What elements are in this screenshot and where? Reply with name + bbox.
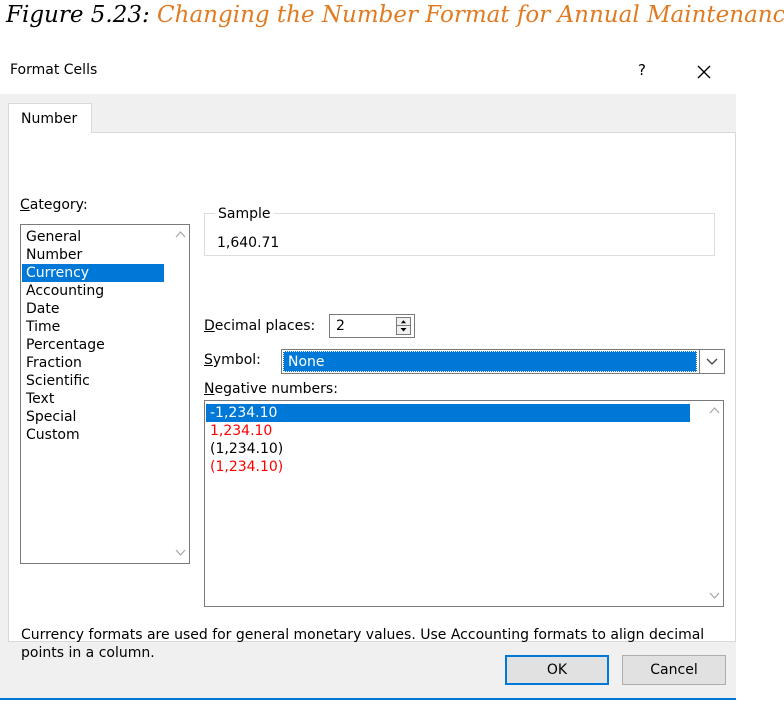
negative-numbers-list[interactable]: -1,234.10 1,234.10 (1,234.10) (1,234.10): [204, 400, 724, 607]
dialog-bottom-border: [0, 698, 736, 700]
decimal-places-label: Decimal places:: [204, 318, 316, 334]
category-scrollbar[interactable]: [172, 225, 189, 563]
category-item-general[interactable]: General: [22, 228, 164, 246]
negative-numbers-scrollbar[interactable]: [706, 401, 723, 606]
tab-number[interactable]: Number: [8, 103, 92, 133]
scroll-down-icon[interactable]: [709, 591, 720, 600]
scroll-up-icon[interactable]: [709, 406, 720, 415]
category-item-custom[interactable]: Custom: [22, 426, 164, 444]
spin-buttons[interactable]: [396, 317, 411, 335]
decimal-places-stepper[interactable]: 2: [329, 314, 415, 338]
help-button[interactable]: ?: [630, 58, 654, 82]
category-item-percentage[interactable]: Percentage: [22, 336, 164, 354]
category-item-scientific[interactable]: Scientific: [22, 372, 164, 390]
scroll-down-icon[interactable]: [175, 548, 186, 557]
category-item-currency[interactable]: Currency: [22, 264, 164, 282]
category-item-accounting[interactable]: Accounting: [22, 282, 164, 300]
number-tab-panel: Category: General Number Currency Accoun…: [8, 132, 736, 661]
format-cells-dialog: Format Cells ? Number Category: General …: [0, 48, 744, 705]
close-icon: [697, 65, 711, 79]
category-item-time[interactable]: Time: [22, 318, 164, 336]
dialog-title: Format Cells: [10, 62, 98, 78]
sample-group: [204, 213, 715, 256]
category-label: Category:: [20, 197, 88, 213]
cancel-button[interactable]: Cancel: [622, 655, 726, 685]
category-item-number[interactable]: Number: [22, 246, 164, 264]
chevron-down-icon: [706, 358, 718, 365]
sample-label: Sample: [215, 206, 274, 222]
category-item-text[interactable]: Text: [22, 390, 164, 408]
category-item-date[interactable]: Date: [22, 300, 164, 318]
category-list[interactable]: General Number Currency Accounting Date …: [20, 224, 190, 564]
negative-numbers-label: Negative numbers:: [204, 381, 338, 397]
caption-prefix: Figure 5.23:: [6, 2, 150, 28]
decimal-places-value[interactable]: 2: [336, 318, 345, 334]
symbol-selected-value[interactable]: None: [283, 351, 697, 372]
ok-button[interactable]: OK: [505, 655, 609, 685]
symbol-dropdown-button[interactable]: [699, 350, 724, 373]
spin-down-icon[interactable]: [397, 326, 410, 334]
symbol-label: Symbol:: [204, 352, 261, 368]
close-button[interactable]: [690, 58, 718, 86]
negative-item-4[interactable]: (1,234.10): [206, 458, 690, 476]
caption-title: Changing the Number Format for Annual Ma…: [157, 2, 784, 28]
sample-value: 1,640.71: [217, 235, 280, 251]
symbol-select[interactable]: None: [281, 349, 725, 374]
category-item-fraction[interactable]: Fraction: [22, 354, 164, 372]
negative-item-3[interactable]: (1,234.10): [206, 440, 690, 458]
negative-item-1[interactable]: -1,234.10: [206, 404, 690, 422]
spin-up-icon[interactable]: [397, 318, 410, 326]
category-item-special[interactable]: Special: [22, 408, 164, 426]
negative-item-2[interactable]: 1,234.10: [206, 422, 690, 440]
figure-caption: Figure 5.23: Changing the Number Format …: [6, 2, 784, 28]
title-bar: Format Cells ?: [0, 48, 744, 94]
scroll-up-icon[interactable]: [175, 230, 186, 239]
